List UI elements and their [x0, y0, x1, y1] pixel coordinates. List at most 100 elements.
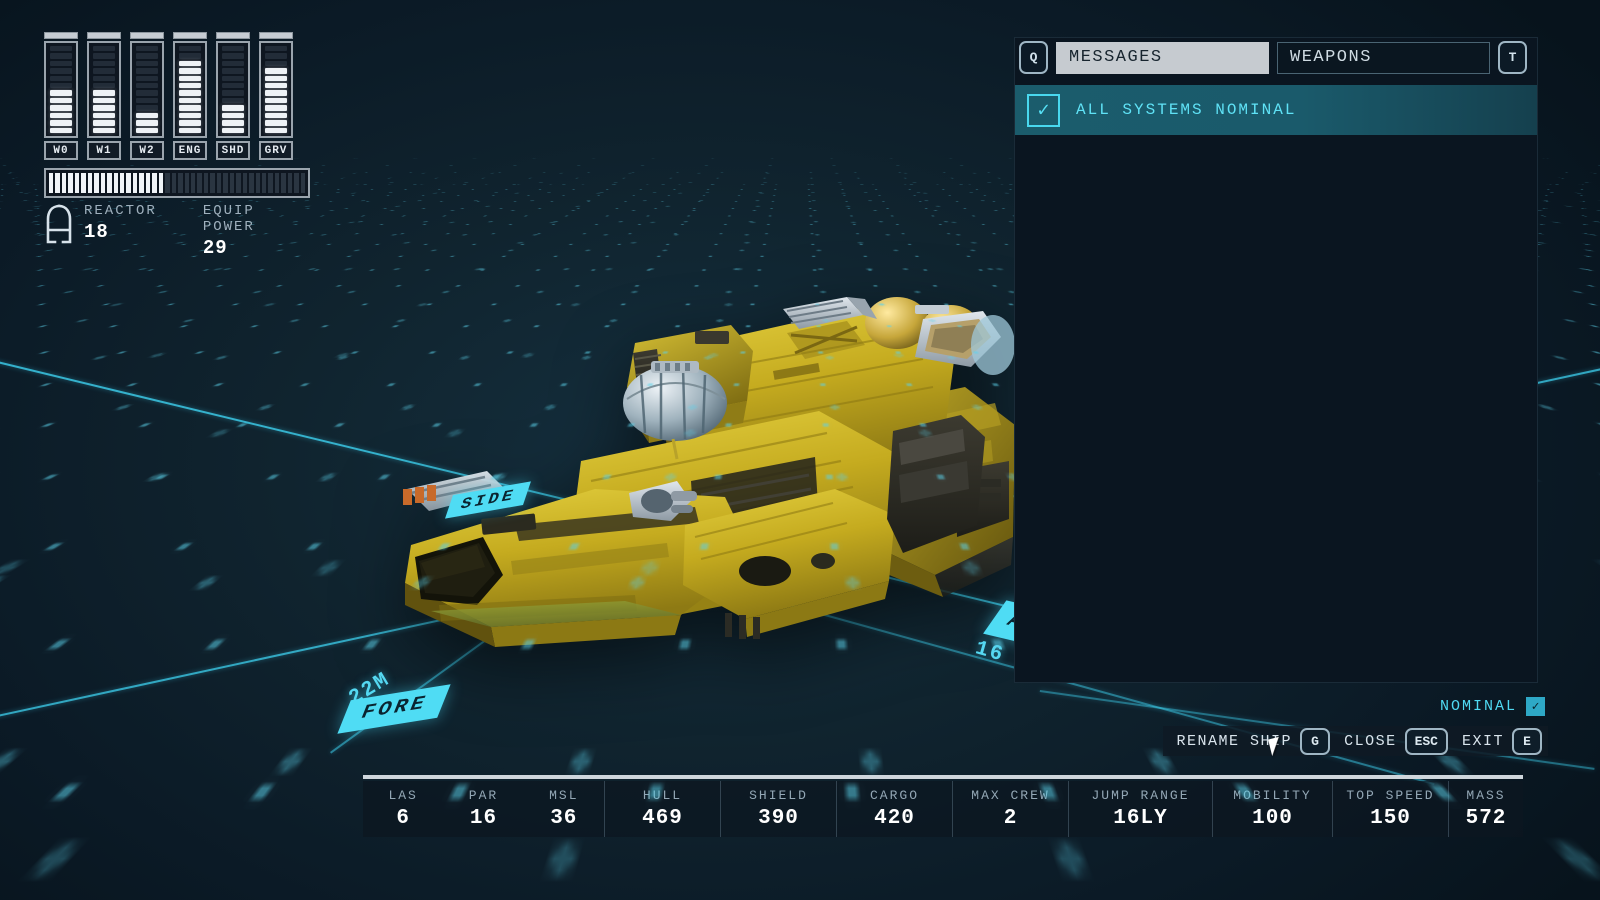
- power-bar-segment: [179, 120, 201, 126]
- reactor-bar-segment: [261, 173, 267, 193]
- power-bar-segment: [265, 90, 287, 96]
- tab-weapons[interactable]: WEAPONS: [1277, 41, 1490, 74]
- reactor-bar-segment: [126, 173, 131, 193]
- power-bar-segment: [50, 60, 72, 67]
- ship-model[interactable]: [395, 275, 1035, 650]
- next-tab-key[interactable]: T: [1498, 41, 1527, 74]
- reactor-bar-segment: [113, 173, 118, 193]
- prev-tab-key[interactable]: Q: [1019, 41, 1048, 74]
- power-bar-segment: [93, 112, 115, 119]
- exit-label: EXIT: [1461, 732, 1504, 750]
- power-bar-segment: [50, 90, 72, 96]
- power-bar-cap: [130, 32, 164, 39]
- power-bar-segment: [222, 75, 244, 82]
- power-bar-segment: [179, 105, 201, 111]
- stat-group-speed: TOP SPEED 150: [1333, 781, 1449, 837]
- rename-ship-button[interactable]: RENAME SHIP G: [1177, 727, 1331, 755]
- stat-value: 16LY: [1113, 807, 1168, 830]
- power-bar-segment: [136, 83, 158, 89]
- tab-messages[interactable]: MESSAGES: [1056, 41, 1269, 74]
- stat-key: JUMP RANGE: [1091, 788, 1190, 803]
- power-bar-segment: [179, 90, 201, 96]
- power-bar-cap: [44, 32, 78, 39]
- stat-key: MASS: [1466, 788, 1506, 803]
- power-bar-track[interactable]: [130, 41, 164, 138]
- power-bar-track[interactable]: [44, 41, 78, 138]
- power-bar-segment: [50, 105, 72, 111]
- power-bar-w1[interactable]: W1: [87, 32, 121, 160]
- power-bar-track[interactable]: [259, 41, 293, 138]
- reactor-bar-segment: [68, 173, 73, 193]
- stat-key: LAS: [388, 788, 418, 803]
- reactor-bar-segment: [274, 173, 280, 193]
- power-bar-eng[interactable]: ENG: [173, 32, 207, 160]
- power-bar-segment: [136, 75, 158, 82]
- stat-key: MOBILITY: [1233, 788, 1312, 803]
- power-bar-cap: [216, 32, 250, 39]
- reactor-bar-segment: [216, 173, 222, 193]
- power-bar-segment: [222, 90, 244, 96]
- reactor-bar-segment: [74, 173, 80, 193]
- stat-shield: SHIELD 390: [721, 781, 836, 837]
- message-list-item[interactable]: ✓ ALL SYSTEMS NOMINAL: [1015, 85, 1537, 135]
- rename-ship-key[interactable]: G: [1300, 727, 1331, 755]
- power-bar-segment: [265, 83, 287, 89]
- power-bar-cap: [173, 32, 207, 39]
- close-button[interactable]: CLOSE ESC: [1344, 727, 1448, 755]
- stat-msl: MSL 36: [524, 781, 604, 837]
- power-bar-segment: [265, 68, 287, 74]
- power-bar-shd[interactable]: SHD: [216, 32, 250, 160]
- power-bar-segment: [222, 53, 244, 59]
- power-bar-segment: [179, 112, 201, 119]
- reactor-bar-segment: [197, 173, 202, 193]
- power-bar-track[interactable]: [173, 41, 207, 138]
- power-bar-segment: [136, 120, 158, 126]
- reactor-bar-segment: [49, 173, 54, 193]
- exit-key[interactable]: E: [1512, 727, 1542, 755]
- power-bar-segment: [50, 83, 72, 89]
- reactor-grade-a-icon: [46, 204, 72, 244]
- power-bar-segment: [93, 45, 115, 52]
- power-bar-segment: [136, 127, 158, 133]
- power-bar-track[interactable]: [216, 41, 250, 138]
- reactor-bar-segment: [229, 173, 235, 193]
- stat-group-cargo: CARGO 420: [837, 781, 953, 837]
- close-key[interactable]: ESC: [1404, 727, 1448, 755]
- power-bar-w0[interactable]: W0: [44, 32, 78, 160]
- close-label: CLOSE: [1344, 732, 1397, 750]
- reactor-bar-segment: [152, 173, 157, 193]
- reactor-bar-segment: [281, 173, 286, 193]
- stat-value: 100: [1252, 807, 1293, 830]
- power-bar-track[interactable]: [87, 41, 121, 138]
- stat-group-jump: JUMP RANGE 16LY: [1069, 781, 1213, 837]
- power-bar-segment: [136, 105, 158, 111]
- status-badge-label: NOMINAL: [1439, 698, 1517, 715]
- reactor-bar-segment: [287, 173, 293, 193]
- stat-hull: HULL 469: [605, 781, 720, 837]
- power-bar-segment: [222, 127, 244, 133]
- power-bar-segment: [136, 53, 158, 59]
- power-bar-segment: [222, 97, 244, 104]
- stat-value: 150: [1370, 807, 1411, 830]
- reactor-bar-segment: [171, 173, 177, 193]
- stat-group-shield: SHIELD 390: [721, 781, 837, 837]
- exit-button[interactable]: EXIT E: [1461, 727, 1542, 755]
- reactor-bar-segment: [139, 173, 144, 193]
- power-bar-w2[interactable]: W2: [130, 32, 164, 160]
- equip-power-value: 29: [202, 237, 228, 259]
- reactor-bar-segment: [94, 173, 99, 193]
- stat-value: 36: [550, 807, 578, 830]
- power-bar-grv[interactable]: GRV: [259, 32, 293, 160]
- power-bar-label: ENG: [173, 141, 207, 160]
- power-bar-segment: [50, 75, 72, 82]
- power-bar-segment: [265, 105, 287, 111]
- power-bar-segment: [93, 83, 115, 89]
- power-bar-segment: [222, 60, 244, 67]
- reactor-bar-segment: [132, 173, 138, 193]
- power-bar-segment: [265, 127, 287, 133]
- power-bar-segment: [93, 68, 115, 74]
- stat-group-hull: HULL 469: [605, 781, 721, 837]
- power-bar-segment: [93, 60, 115, 67]
- power-bar-segment: [222, 112, 244, 119]
- power-bar-segment: [179, 127, 201, 133]
